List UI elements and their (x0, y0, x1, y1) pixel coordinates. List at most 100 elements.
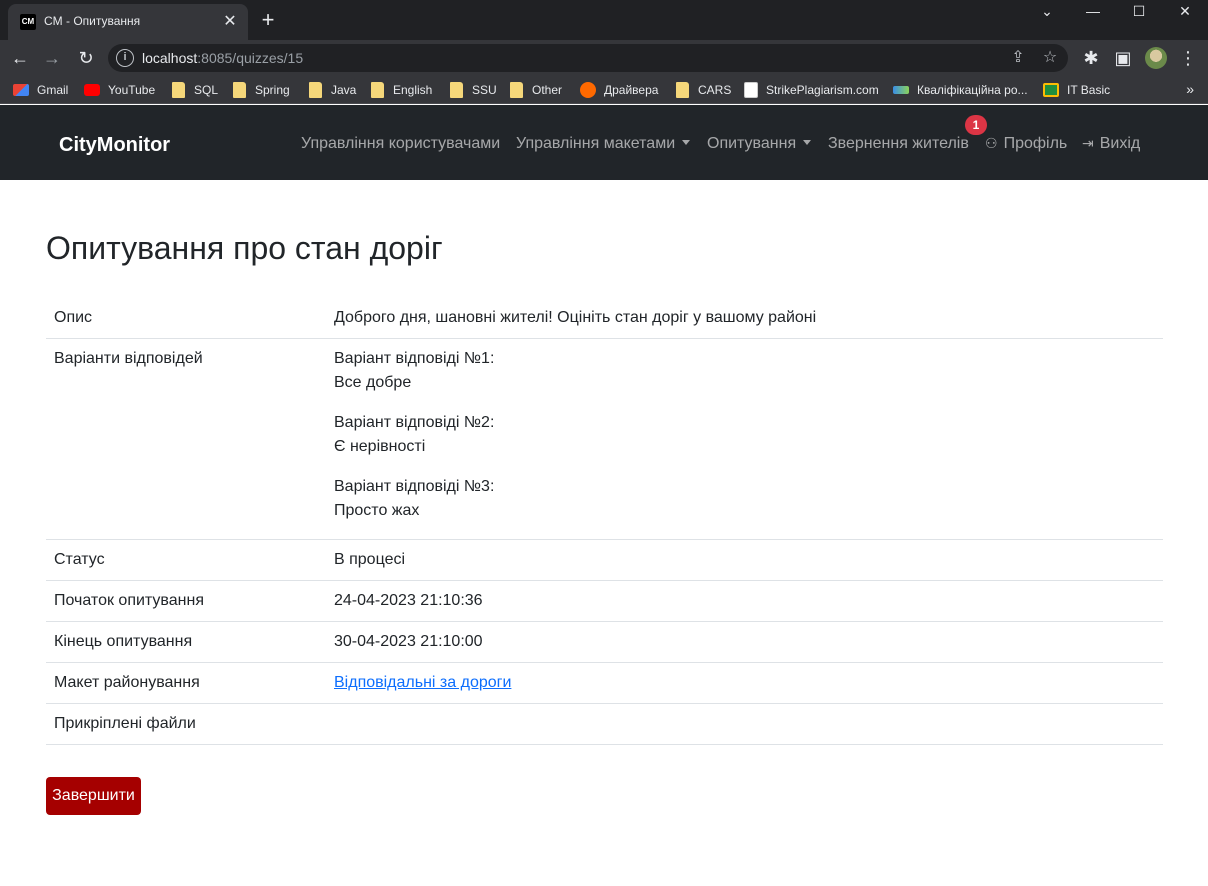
folder-icon (172, 82, 185, 98)
bookmark-other[interactable]: Other (510, 81, 562, 99)
layout-link[interactable]: Відповідальні за дороги (334, 674, 511, 691)
nav-layouts-label: Управління макетами (516, 135, 676, 152)
nav-appeals[interactable]: Звернення жителів (828, 135, 969, 153)
layout-label: Макет районування (46, 662, 326, 704)
answer-option-header: Варіант відповіді №2: (334, 414, 495, 431)
extensions-icon[interactable]: ✱ (1079, 46, 1103, 70)
nav-profile-label: Профіль (1003, 135, 1068, 152)
end-label: Кінець опитування (46, 621, 326, 663)
bookmark-sql[interactable]: SQL (172, 81, 218, 99)
end-value: 30-04-2023 21:10:00 (326, 621, 1163, 663)
table-row: Опис Доброго дня, шановні жителі! Оцініт… (46, 298, 1163, 339)
site-info-icon[interactable]: i (116, 49, 134, 67)
folder-icon (233, 82, 246, 98)
share-icon[interactable]: ⇪ (1008, 48, 1028, 68)
bookmark-it-basic[interactable]: IT Basic (1043, 81, 1110, 99)
caret-down-icon (682, 140, 691, 145)
quiz-details-table: Опис Доброго дня, шановні жителі! Оцініт… (46, 298, 1163, 745)
browser-tab[interactable]: CM CM - Опитування ✕ (8, 4, 248, 40)
bookmarks-bar: Gmail YouTube SQL Spring Java English SS… (0, 76, 1208, 104)
forward-icon[interactable]: → (40, 46, 64, 70)
nav-profile[interactable]: ⚇ Профіль (985, 135, 1067, 153)
bookmark-spring[interactable]: Spring (233, 81, 290, 99)
chevron-down-icon[interactable]: ⌄ (1024, 0, 1070, 30)
files-label: Прикріплені файли (46, 703, 326, 745)
options-label: Варіанти відповідей (46, 338, 326, 540)
star-icon[interactable]: ☆ (1040, 48, 1060, 68)
status-value: В процесі (326, 539, 1163, 581)
bookmark-java[interactable]: Java (309, 81, 356, 99)
table-row: Прикріплені файли (46, 703, 1163, 745)
answer-option-text: Є нерівності (334, 438, 426, 455)
table-row: Початок опитування 24-04-2023 21:10:36 (46, 580, 1163, 622)
nav-users[interactable]: Управління користувачами (301, 135, 500, 153)
bookmark-cars[interactable]: CARS (676, 81, 731, 99)
brand-logo[interactable]: CityMonitor (59, 134, 170, 157)
tab-favicon: CM (20, 14, 36, 30)
youtube-icon (84, 84, 100, 96)
folder-icon (450, 82, 463, 98)
page-icon (744, 82, 758, 98)
logout-icon: ⇥ (1082, 135, 1094, 151)
gmail-icon (13, 84, 29, 96)
menu-icon[interactable]: ⋮ (1176, 46, 1200, 70)
page-title: Опитування про стан доріг (46, 230, 443, 266)
bookmark-qualification[interactable]: Кваліфікаційна ро... (893, 81, 1028, 99)
side-panel-icon[interactable]: ▣ (1111, 46, 1135, 70)
address-url[interactable]: localhost:8085/quizzes/15 (142, 50, 303, 66)
site-navbar: CityMonitor Управління користувачами Упр… (0, 105, 1208, 180)
bookmark-english[interactable]: English (371, 81, 432, 99)
status-label: Статус (46, 539, 326, 581)
more-bookmarks-icon[interactable]: » (1186, 81, 1194, 97)
close-tab-icon[interactable]: ✕ (220, 12, 240, 32)
description-label: Опис (46, 298, 326, 339)
answer-option-header: Варіант відповіді №3: (334, 478, 495, 495)
table-row: Макет районування Відповідальні за дорог… (46, 662, 1163, 704)
address-bar[interactable]: i localhost:8085/quizzes/15 ⇪ ☆ (108, 44, 1068, 72)
bookmark-gmail[interactable]: Gmail (13, 81, 68, 99)
start-value: 24-04-2023 21:10:36 (326, 580, 1163, 622)
nav-layouts-dropdown[interactable]: Управління макетами (516, 135, 691, 153)
new-tab-icon[interactable]: + (258, 9, 278, 31)
minimize-icon[interactable]: — (1070, 0, 1116, 30)
description-value: Доброго дня, шановні жителі! Оцініть ста… (326, 298, 1163, 339)
table-row: Кінець опитування 30-04-2023 21:10:00 (46, 621, 1163, 663)
bookmark-youtube[interactable]: YouTube (84, 81, 155, 99)
nav-logout[interactable]: ⇥ Вихід (1082, 135, 1140, 153)
site-icon (893, 86, 909, 94)
folder-icon (510, 82, 523, 98)
table-row: Статус В процесі (46, 539, 1163, 581)
nav-quizzes-dropdown[interactable]: Опитування (707, 135, 812, 153)
answer-option-text: Все добре (334, 374, 412, 391)
answer-option: Варіант відповіді №2: Є нерівності (334, 411, 1155, 459)
answer-option: Варіант відповіді №1: Все добре (334, 347, 1155, 395)
answer-option-header: Варіант відповіді №1: (334, 350, 495, 367)
tab-title: CM - Опитування (44, 14, 141, 28)
window-close-icon[interactable]: ✕ (1162, 0, 1208, 30)
folder-icon (309, 82, 322, 98)
bookmark-drivers[interactable]: Драйвера (580, 81, 658, 99)
person-icon: ⚇ (985, 135, 998, 151)
layout-cell: Відповідальні за дороги (326, 662, 1163, 704)
bookmark-strikeplagiarism[interactable]: StrikePlagiarism.com (744, 81, 879, 99)
folder-icon (371, 82, 384, 98)
maximize-icon[interactable]: ☐ (1116, 0, 1162, 30)
options-list: Варіант відповіді №1: Все добре Варіант … (326, 338, 1163, 540)
finish-button[interactable]: Завершити (46, 777, 141, 815)
files-value (326, 703, 1163, 745)
folder-icon (676, 82, 689, 98)
reload-icon[interactable]: ↻ (74, 46, 98, 70)
bookmark-ssu[interactable]: SSU (450, 81, 497, 99)
back-icon[interactable]: ← (8, 46, 32, 70)
answer-option-text: Просто жах (334, 502, 420, 519)
nav-logout-label: Вихід (1099, 135, 1141, 152)
nav-quizzes-label: Опитування (707, 135, 797, 152)
answer-option: Варіант відповіді №3: Просто жах (334, 475, 1155, 523)
mi-icon (580, 82, 596, 98)
browser-tabstrip: CM CM - Опитування ✕ + ⌄ — ☐ ✕ (0, 0, 1208, 40)
start-label: Початок опитування (46, 580, 326, 622)
classroom-icon (1043, 83, 1059, 97)
avatar[interactable] (1145, 47, 1167, 69)
caret-down-icon (803, 140, 812, 145)
browser-toolbar: ← → ↻ i localhost:8085/quizzes/15 ⇪ ☆ ✱ … (0, 40, 1208, 76)
